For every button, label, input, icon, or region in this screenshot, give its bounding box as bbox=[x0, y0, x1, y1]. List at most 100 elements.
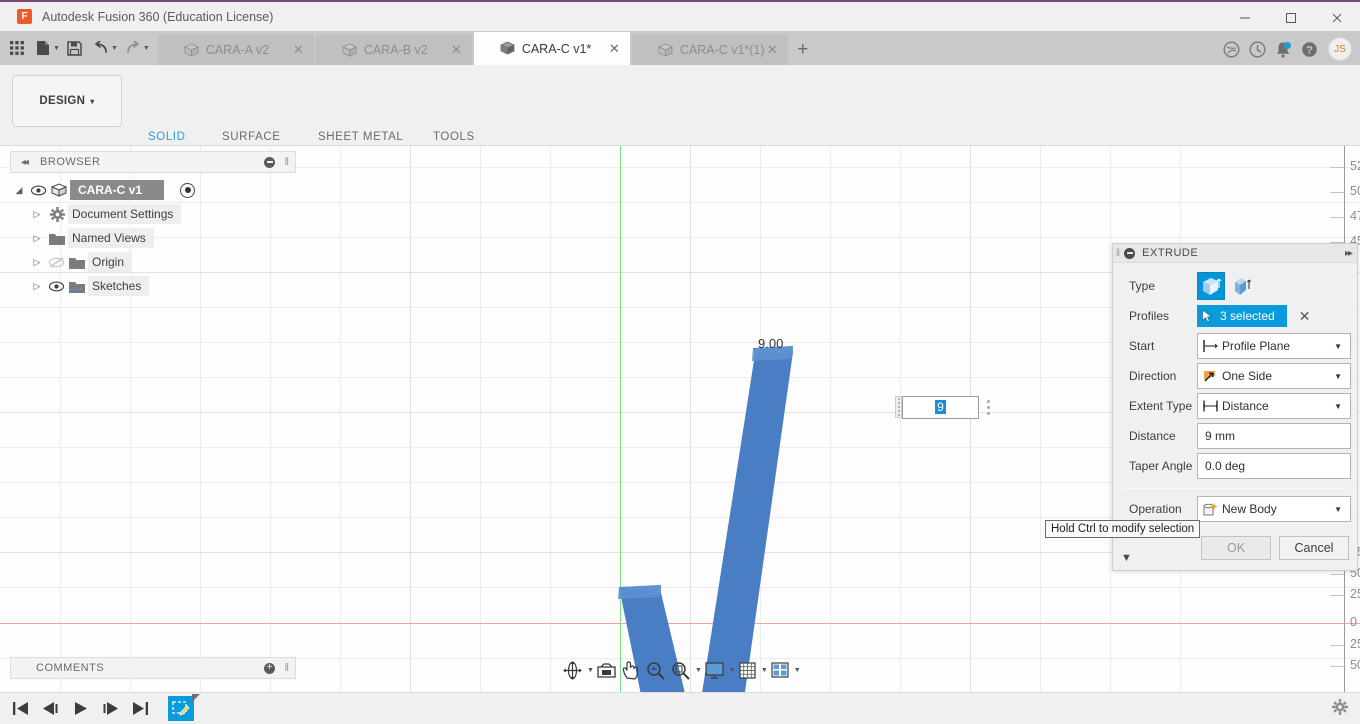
save-icon[interactable] bbox=[62, 33, 88, 63]
row-type: Type bbox=[1119, 271, 1351, 301]
avatar[interactable]: JS bbox=[1328, 37, 1352, 61]
expand-arrow-icon[interactable]: ▷ bbox=[28, 281, 46, 292]
tab-close-icon[interactable]: ✕ bbox=[451, 42, 462, 58]
visibility-eye-icon[interactable] bbox=[28, 185, 48, 196]
edit-box-grip[interactable] bbox=[895, 396, 902, 418]
maximize-button[interactable] bbox=[1268, 2, 1314, 33]
tree-item-named-views[interactable]: ▷ Named Views bbox=[10, 226, 190, 250]
tree-item-root[interactable]: ◢ CARA-C v1 bbox=[10, 178, 195, 202]
ribbon-tab-tools[interactable]: TOOLS bbox=[433, 131, 475, 143]
go-to-beginning-icon[interactable] bbox=[8, 697, 32, 721]
zoom-icon[interactable] bbox=[643, 657, 668, 683]
add-comment-icon[interactable]: + bbox=[264, 662, 275, 674]
distance-edit-box[interactable]: 9 bbox=[895, 395, 997, 419]
ruler-tick-label: 25 bbox=[1350, 637, 1360, 651]
minimize-button[interactable] bbox=[1222, 2, 1268, 33]
expand-arrow-icon[interactable]: ▷ bbox=[28, 257, 46, 268]
workspace-selector[interactable]: DESIGN ▾ bbox=[12, 75, 122, 127]
type-option-profile[interactable] bbox=[1197, 272, 1225, 300]
chevron-down-icon[interactable]: ▼ bbox=[1334, 402, 1342, 411]
activate-component-icon[interactable] bbox=[180, 182, 195, 198]
dialog-collapse-icon[interactable] bbox=[1124, 247, 1136, 259]
collapse-browser-icon[interactable]: ◂◂ bbox=[21, 157, 29, 168]
viewports-caret-icon[interactable]: ▼ bbox=[794, 667, 801, 674]
display-caret-icon[interactable]: ▼ bbox=[729, 667, 736, 674]
notifications-icon[interactable] bbox=[1270, 36, 1296, 62]
edit-box-menu-icon[interactable] bbox=[979, 396, 997, 419]
minimize-browser-icon[interactable] bbox=[264, 156, 275, 168]
tab-cara-b[interactable]: CARA-B v2 ✕ bbox=[315, 35, 472, 65]
go-to-end-icon[interactable] bbox=[128, 697, 152, 721]
viewports-icon[interactable] bbox=[768, 657, 792, 683]
taper-angle-input[interactable]: 0.0 deg bbox=[1197, 453, 1351, 479]
play-icon[interactable] bbox=[68, 697, 92, 721]
help-icon[interactable]: ? bbox=[1296, 36, 1322, 62]
cancel-button[interactable]: Cancel bbox=[1279, 536, 1349, 560]
pan-icon[interactable] bbox=[619, 657, 643, 683]
distance-inline-input[interactable]: 9 bbox=[902, 395, 979, 419]
direction-dropdown[interactable]: One Side ▼ bbox=[1197, 363, 1351, 389]
tab-close-icon[interactable]: ✕ bbox=[767, 42, 778, 58]
fit-caret-icon[interactable]: ▼ bbox=[695, 667, 702, 674]
job-status-icon[interactable] bbox=[1244, 36, 1270, 62]
orbit-caret-icon[interactable]: ▼ bbox=[587, 667, 594, 674]
tree-item-sketches[interactable]: ▷ Sketches bbox=[10, 274, 190, 298]
start-dropdown[interactable]: Profile Plane ▼ bbox=[1197, 333, 1351, 359]
dialog-grip-icon[interactable]: ‖ bbox=[1116, 248, 1120, 259]
distance-input[interactable]: 9 mm bbox=[1197, 423, 1351, 449]
distance-icon bbox=[1198, 399, 1222, 413]
new-tab-button[interactable]: + bbox=[790, 35, 816, 65]
step-back-icon[interactable] bbox=[38, 697, 62, 721]
fit-icon[interactable] bbox=[668, 657, 693, 683]
tab-cara-c-active[interactable]: CARA-C v1* ✕ bbox=[473, 32, 630, 65]
tab-cara-c-copy[interactable]: CARA-C v1*(1) ✕ bbox=[631, 35, 788, 65]
display-settings-icon[interactable] bbox=[702, 657, 727, 683]
ok-button[interactable]: OK bbox=[1201, 536, 1271, 560]
extrude-dialog-header[interactable]: ‖ EXTRUDE ▸▸ bbox=[1113, 244, 1357, 263]
extensions-icon[interactable] bbox=[1218, 36, 1244, 62]
timeline-settings-gear-icon[interactable] bbox=[1332, 699, 1348, 718]
tab-close-icon[interactable]: ✕ bbox=[609, 41, 620, 57]
dialog-expand-icon[interactable]: ▸▸ bbox=[1345, 248, 1353, 259]
comments-title: COMMENTS bbox=[36, 662, 105, 674]
new-file-caret-icon[interactable]: ▼ bbox=[53, 45, 60, 52]
tree-item-document-settings[interactable]: ▷ Document Settings bbox=[10, 202, 190, 226]
folder-icon bbox=[66, 256, 88, 269]
app-grid-icon[interactable] bbox=[4, 33, 30, 63]
expand-arrow-icon[interactable]: ▷ bbox=[28, 209, 46, 220]
timeline-sketch-feature[interactable] bbox=[168, 694, 200, 721]
tree-item-label: CARA-C v1 bbox=[70, 180, 165, 200]
chevron-down-icon[interactable]: ▼ bbox=[1334, 342, 1342, 351]
tab-bar-right-icons: ? JS bbox=[1218, 36, 1352, 62]
visibility-eye-off-icon[interactable] bbox=[46, 256, 66, 268]
tab-cara-a[interactable]: CARA-A v2 ✕ bbox=[157, 35, 314, 65]
expand-arrow-icon[interactable]: ▷ bbox=[28, 233, 46, 244]
redo-caret-icon[interactable]: ▼ bbox=[143, 45, 150, 52]
profiles-select-button[interactable]: 3 selected bbox=[1197, 305, 1287, 327]
orbit-icon[interactable] bbox=[560, 657, 585, 683]
ribbon-tab-sheet-metal[interactable]: SHEET METAL bbox=[318, 131, 403, 143]
chevron-down-icon[interactable]: ▼ bbox=[1334, 505, 1342, 514]
expand-arrow-icon[interactable]: ◢ bbox=[10, 185, 28, 196]
comments-resize-grip[interactable]: ‖ bbox=[284, 662, 289, 674]
type-option-taper[interactable] bbox=[1229, 272, 1257, 300]
operation-dropdown[interactable]: New Body ▼ bbox=[1197, 496, 1351, 522]
undo-caret-icon[interactable]: ▼ bbox=[111, 45, 118, 52]
chevron-down-icon[interactable]: ▼ bbox=[1334, 372, 1342, 381]
step-forward-icon[interactable] bbox=[98, 697, 122, 721]
ribbon-tab-surface[interactable]: SURFACE bbox=[222, 131, 281, 143]
clear-selection-icon[interactable]: ✕ bbox=[1299, 308, 1311, 325]
grid-snaps-icon[interactable] bbox=[736, 657, 759, 683]
type-label: Type bbox=[1129, 279, 1156, 293]
close-button[interactable] bbox=[1314, 2, 1360, 33]
extent-type-dropdown[interactable]: Distance ▼ bbox=[1197, 393, 1351, 419]
tab-close-icon[interactable]: ✕ bbox=[293, 42, 304, 58]
tree-item-origin[interactable]: ▷ Origin bbox=[10, 250, 190, 274]
browser-resize-grip[interactable]: ‖ bbox=[284, 156, 289, 168]
ribbon-tab-solid[interactable]: SOLID bbox=[140, 131, 193, 150]
visibility-eye-icon[interactable] bbox=[46, 281, 66, 292]
look-at-icon[interactable] bbox=[594, 657, 619, 683]
start-value: Profile Plane bbox=[1222, 339, 1291, 353]
grid-caret-icon[interactable]: ▼ bbox=[761, 667, 768, 674]
dialog-resize-grip-icon[interactable]: ▼ bbox=[1121, 552, 1132, 564]
